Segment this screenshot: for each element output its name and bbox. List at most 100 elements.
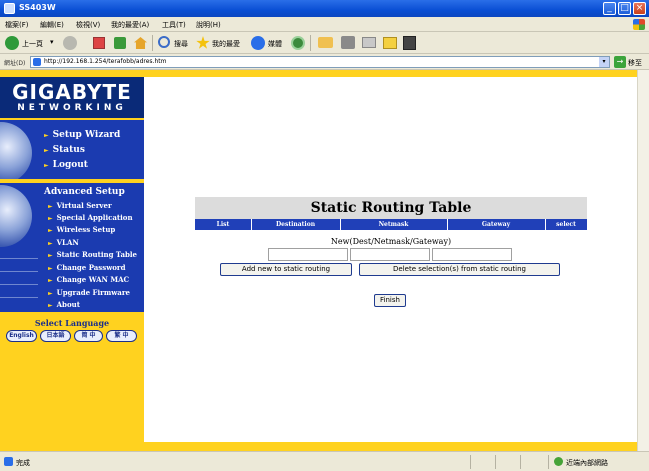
lang-traditional-chinese-button[interactable]: 繁 中 xyxy=(106,330,137,342)
finish-button[interactable]: Finish xyxy=(374,294,406,307)
favorites-button-label[interactable]: 我的最愛 xyxy=(212,39,240,49)
arrow-right-icon: ► xyxy=(48,203,53,210)
vertical-scrollbar[interactable] xyxy=(637,70,649,451)
delete-route-button[interactable]: Delete selection(s) from static routing xyxy=(359,263,560,276)
history-icon[interactable] xyxy=(291,36,305,50)
arrow-right-icon: ► xyxy=(44,147,49,154)
nav-status-label: Status xyxy=(52,145,85,155)
address-input[interactable]: http://192.168.1.254/terafobb/adres.htm … xyxy=(30,56,610,68)
refresh-icon[interactable] xyxy=(114,37,126,49)
nav-logout[interactable]: ► Logout xyxy=(44,160,88,170)
disc-image xyxy=(0,122,32,179)
arrow-right-icon: ► xyxy=(48,302,53,309)
nav-change-password[interactable]: ► Change Password xyxy=(48,263,125,272)
menu-edit[interactable]: 編輯(E) xyxy=(40,20,64,30)
routing-title-bar: Static Routing Table xyxy=(195,197,587,219)
status-divider xyxy=(470,455,471,469)
messenger-icon[interactable] xyxy=(403,36,416,50)
nav-label: Upgrade Firmware xyxy=(56,288,130,297)
status-divider xyxy=(520,455,521,469)
col-select: select xyxy=(556,221,576,228)
destination-input[interactable] xyxy=(268,248,348,261)
top-stripe xyxy=(0,70,637,77)
nav-label: Static Routing Table xyxy=(56,250,138,259)
menu-view[interactable]: 檢視(V) xyxy=(76,20,100,30)
gateway-input[interactable] xyxy=(432,248,512,261)
nav-wireless-setup[interactable]: ► Wireless Setup xyxy=(48,225,115,234)
status-divider xyxy=(548,455,549,469)
favorites-star-icon[interactable] xyxy=(196,36,210,49)
nav-status[interactable]: ► Status xyxy=(44,145,85,155)
menu-bar: 檔案(F) 編輯(E) 檢視(V) 我的最愛(A) 工具(T) 說明(H) xyxy=(0,17,649,32)
arrow-right-icon: ► xyxy=(48,290,53,297)
toolbar-separator xyxy=(310,35,311,51)
address-url: http://192.168.1.254/terafobb/adres.htm xyxy=(44,58,167,65)
home-icon[interactable] xyxy=(134,37,147,49)
menu-help[interactable]: 說明(H) xyxy=(196,20,221,30)
browser-toolbar: 上一頁 ▾ 搜尋 我的最愛 媒體 xyxy=(0,32,649,54)
close-button[interactable]: × xyxy=(633,2,646,15)
media-button-label[interactable]: 媒體 xyxy=(268,39,282,49)
logo-sub: NETWORKING xyxy=(17,103,127,113)
go-arrow-icon[interactable]: → xyxy=(614,56,626,68)
address-dropdown-icon[interactable]: ▾ xyxy=(599,57,609,67)
nav-label: Change WAN MAC xyxy=(56,275,130,284)
col-destination: Destination xyxy=(275,221,316,228)
discuss-icon[interactable] xyxy=(383,37,397,49)
divider xyxy=(0,284,38,285)
disc-graphic xyxy=(0,120,38,179)
ie-app-icon xyxy=(4,3,15,14)
search-icon[interactable] xyxy=(158,36,170,48)
arrow-right-icon: ► xyxy=(48,240,53,247)
nav-vlan[interactable]: ► VLAN xyxy=(48,238,79,247)
address-label: 網址(D) xyxy=(4,60,26,67)
toolbar-separator xyxy=(152,35,153,51)
nav-label: Change Password xyxy=(56,263,126,272)
go-button-label[interactable]: 移至 xyxy=(628,58,642,68)
page-done-icon xyxy=(4,457,13,466)
nav-logout-label: Logout xyxy=(52,160,88,170)
divider xyxy=(0,271,38,272)
minimize-button[interactable]: _ xyxy=(603,2,616,15)
netmask-input[interactable] xyxy=(350,248,430,261)
forward-arrow-icon[interactable] xyxy=(63,36,77,50)
nav-setup-wizard[interactable]: ► Setup Wizard xyxy=(44,130,120,140)
status-divider xyxy=(495,455,496,469)
back-dropdown-icon[interactable]: ▾ xyxy=(50,38,54,46)
arrow-right-icon: ► xyxy=(44,132,49,139)
lang-english-button[interactable]: English xyxy=(6,330,37,342)
add-route-button[interactable]: Add new to static routing xyxy=(220,263,352,276)
arrow-right-icon: ► xyxy=(48,277,53,284)
nav-upgrade-firmware[interactable]: ► Upgrade Firmware xyxy=(48,288,130,297)
lang-japanese-button[interactable]: 日本語 xyxy=(40,330,71,342)
nav-label: About xyxy=(56,300,80,309)
sidebar: GIGABYTE NETWORKING ► Setup Wizard ► Statu… xyxy=(0,77,144,442)
col-list: List xyxy=(216,221,230,228)
menu-file[interactable]: 檔案(F) xyxy=(5,20,29,30)
lang-simplified-chinese-button[interactable]: 简 中 xyxy=(74,330,103,342)
media-icon[interactable] xyxy=(251,36,265,50)
page-content: GIGABYTE NETWORKING ► Setup Wizard ► Statu… xyxy=(0,70,637,451)
disc-image xyxy=(0,185,32,247)
nav-label: Virtual Server xyxy=(56,201,112,210)
print-icon[interactable] xyxy=(341,36,355,49)
select-language-title: Select Language xyxy=(34,318,110,328)
nav-about[interactable]: ► About xyxy=(48,300,80,309)
maximize-button[interactable]: □ xyxy=(618,2,631,15)
col-gateway: Gateway xyxy=(481,221,511,228)
back-arrow-icon[interactable] xyxy=(5,36,19,50)
nav-virtual-server[interactable]: ► Virtual Server xyxy=(48,201,112,210)
menu-favorites[interactable]: 我的最愛(A) xyxy=(111,20,149,30)
disc-graphic xyxy=(0,183,38,312)
back-button-label[interactable]: 上一頁 xyxy=(22,39,43,49)
stop-icon[interactable] xyxy=(93,37,105,49)
mail-icon[interactable] xyxy=(318,37,333,48)
nav-special-application[interactable]: ► Special Application xyxy=(48,213,133,222)
divider xyxy=(0,258,38,259)
search-button-label[interactable]: 搜尋 xyxy=(174,39,188,49)
edit-icon[interactable] xyxy=(362,37,376,48)
bottom-stripe xyxy=(0,442,637,451)
nav-change-wan-mac[interactable]: ► Change WAN MAC xyxy=(48,275,129,284)
nav-static-routing-table[interactable]: ► Static Routing Table xyxy=(48,250,137,259)
menu-tools[interactable]: 工具(T) xyxy=(162,20,186,30)
